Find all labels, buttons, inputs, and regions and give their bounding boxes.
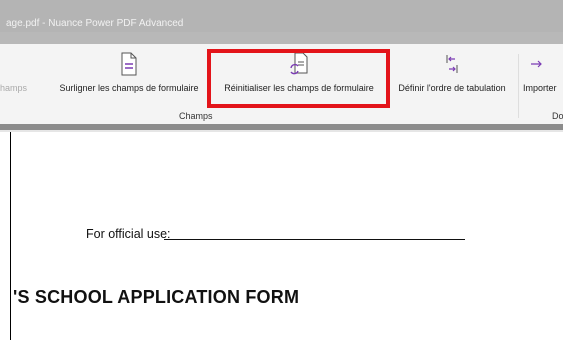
import-label: Importer <box>523 83 557 93</box>
highlight-fields-icon <box>52 52 206 80</box>
ribbon-separator <box>518 54 519 118</box>
highlight-fields-button[interactable]: Surligner les champs de formulaire <box>52 52 206 106</box>
official-use-label: For official use: <box>86 227 171 241</box>
annotation-highlight-box <box>207 49 390 108</box>
window-title: age.pdf - Nuance Power PDF Advanced <box>6 18 184 29</box>
import-icon <box>523 52 563 80</box>
champs-button-partial[interactable]: hamps <box>0 52 36 106</box>
import-button[interactable]: Importer <box>523 52 563 106</box>
next-group-label: Do <box>552 111 563 121</box>
official-use-line <box>164 239 465 240</box>
tab-order-button[interactable]: Définir l'ordre de tabulation <box>389 52 515 106</box>
champs-button-label: hamps <box>0 83 28 93</box>
title-bar: age.pdf - Nuance Power PDF Advanced <box>0 0 563 44</box>
champs-group-label: Champs <box>179 111 213 121</box>
form-fields-icon <box>0 52 36 80</box>
document-top-border <box>0 130 563 132</box>
page-left-edge <box>10 132 11 340</box>
ribbon-tab-strip <box>0 32 563 44</box>
tab-order-label: Définir l'ordre de tabulation <box>398 83 506 93</box>
highlight-fields-label: Surligner les champs de formulaire <box>59 83 199 93</box>
tab-order-icon <box>389 52 515 80</box>
form-title: 'S SCHOOL APPLICATION FORM <box>13 287 300 307</box>
